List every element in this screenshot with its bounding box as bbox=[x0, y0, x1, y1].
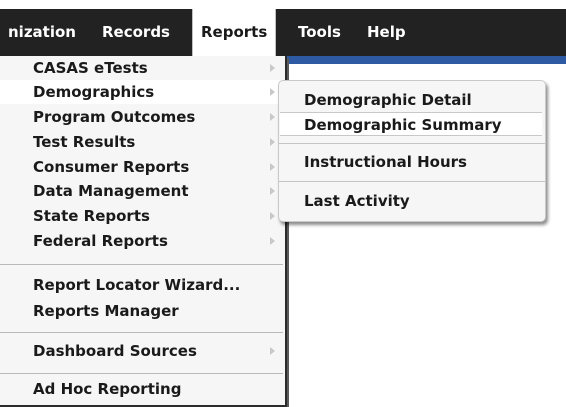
menu-help[interactable]: Help bbox=[359, 9, 414, 56]
menu-item-demographics[interactable]: Demographics bbox=[0, 80, 283, 104]
submenu-item-label: Instructional Hours bbox=[304, 153, 467, 171]
menu-item-casas-etests[interactable]: CASAS eTests bbox=[0, 56, 283, 80]
menu-item-label: Data Management bbox=[33, 182, 189, 200]
submenu-arrow-icon bbox=[270, 113, 275, 121]
menu-item-label: Test Results bbox=[33, 133, 136, 151]
reports-dropdown-menu: CASAS eTests Demographics Program Outcom… bbox=[0, 56, 287, 407]
menu-item-state-reports[interactable]: State Reports bbox=[0, 204, 283, 228]
menubar-top-border bbox=[0, 0, 566, 9]
submenu-separator bbox=[279, 143, 545, 144]
submenu-arrow-icon bbox=[270, 237, 275, 245]
menu-item-consumer-reports[interactable]: Consumer Reports bbox=[0, 155, 283, 179]
menu-item-ad-hoc-reporting[interactable]: Ad Hoc Reporting bbox=[0, 377, 283, 401]
submenu-arrow-icon bbox=[270, 88, 275, 96]
menu-item-label: Report Locator Wizard... bbox=[33, 276, 241, 294]
menu-item-label: Demographics bbox=[33, 83, 155, 101]
submenu-item-demographic-detail[interactable]: Demographic Detail bbox=[279, 88, 545, 112]
menu-item-label: Consumer Reports bbox=[33, 158, 190, 176]
menu-item-dashboard-sources[interactable]: Dashboard Sources bbox=[0, 339, 283, 363]
submenu-item-label: Last Activity bbox=[304, 192, 410, 210]
menu-reports[interactable]: Reports bbox=[192, 9, 277, 56]
menu-item-federal-reports[interactable]: Federal Reports bbox=[0, 229, 283, 253]
menu-organization[interactable]: nization bbox=[0, 9, 84, 56]
submenu-arrow-icon bbox=[270, 163, 275, 171]
menu-separator bbox=[0, 264, 283, 265]
menu-item-label: Reports Manager bbox=[33, 302, 179, 320]
menu-item-report-locator-wizard[interactable]: Report Locator Wizard... bbox=[0, 273, 283, 297]
menu-item-reports-manager[interactable]: Reports Manager bbox=[0, 299, 283, 323]
submenu-item-last-activity[interactable]: Last Activity bbox=[279, 189, 545, 213]
submenu-arrow-icon bbox=[270, 138, 275, 146]
submenu-item-demographic-summary[interactable]: Demographic Summary bbox=[280, 112, 542, 136]
menu-item-label: Dashboard Sources bbox=[33, 342, 197, 360]
menu-tools[interactable]: Tools bbox=[290, 9, 349, 56]
submenu-arrow-icon bbox=[270, 347, 275, 355]
demographics-submenu: Demographic Detail Demographic Summary I… bbox=[278, 80, 546, 222]
submenu-item-label: Demographic Summary bbox=[304, 116, 502, 134]
submenu-item-label: Demographic Detail bbox=[304, 91, 472, 109]
menu-separator bbox=[0, 373, 283, 374]
menu-item-test-results[interactable]: Test Results bbox=[0, 130, 283, 154]
menu-item-program-outcomes[interactable]: Program Outcomes bbox=[0, 105, 283, 129]
submenu-arrow-icon bbox=[270, 212, 275, 220]
menu-item-label: CASAS eTests bbox=[33, 59, 148, 77]
submenu-arrow-icon bbox=[270, 187, 275, 195]
menu-item-label: State Reports bbox=[33, 207, 150, 225]
submenu-separator bbox=[279, 181, 545, 182]
menu-item-label: Federal Reports bbox=[33, 232, 168, 250]
menu-records[interactable]: Records bbox=[94, 9, 178, 56]
menu-item-label: Ad Hoc Reporting bbox=[33, 380, 182, 398]
submenu-arrow-icon bbox=[270, 64, 275, 72]
menu-item-data-management[interactable]: Data Management bbox=[0, 179, 283, 203]
menu-separator bbox=[0, 332, 283, 333]
menu-item-label: Program Outcomes bbox=[33, 108, 196, 126]
submenu-item-instructional-hours[interactable]: Instructional Hours bbox=[279, 150, 545, 174]
main-menubar: nization Records Reports Tools Help bbox=[0, 0, 566, 56]
